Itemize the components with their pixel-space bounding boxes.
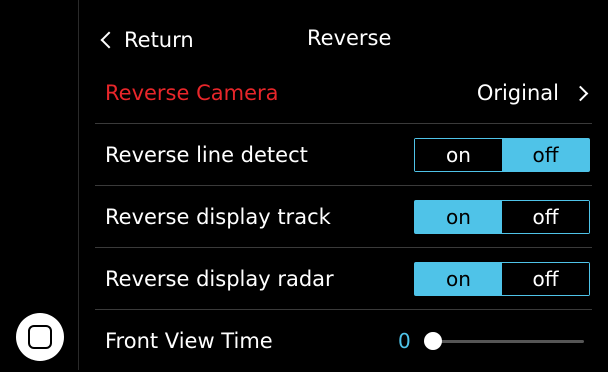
display-track-on-option[interactable]: on [415,201,502,233]
display-radar-off-option[interactable]: off [502,263,589,295]
page-title: Reverse [307,26,392,50]
sidebar [0,0,78,370]
return-label: Return [124,27,194,52]
reverse-settings-screen: Return Reverse Reverse Camera Original R… [0,0,608,370]
front-view-time-slider-track[interactable] [425,340,584,343]
chevron-right-icon [572,85,589,101]
reverse-display-radar-row: Reverse display radar on off [95,248,592,310]
reverse-display-track-row: Reverse display track on off [95,186,592,248]
line-detect-off-option[interactable]: off [502,139,589,171]
display-track-off-option[interactable]: off [502,201,589,233]
reverse-display-radar-toggle[interactable]: on off [414,262,590,296]
reverse-camera-label: Reverse Camera [105,81,279,105]
reverse-camera-row[interactable]: Reverse Camera Original [95,62,592,124]
chevron-left-icon [100,31,118,49]
reverse-line-detect-toggle[interactable]: on off [414,138,590,172]
reverse-display-track-toggle[interactable]: on off [414,200,590,234]
reverse-line-detect-row: Reverse line detect on off [95,124,592,186]
line-detect-on-option[interactable]: on [415,139,502,171]
display-radar-on-option[interactable]: on [415,263,502,295]
reverse-camera-value-link[interactable]: Original [477,81,592,105]
front-view-time-slider-thumb[interactable] [424,332,442,350]
home-icon [28,325,52,349]
front-view-time-row: Front View Time 0 [95,310,592,372]
home-button[interactable] [16,313,64,361]
reverse-camera-value: Original [476,81,559,105]
reverse-line-detect-label: Reverse line detect [105,143,308,167]
reverse-display-radar-label: Reverse display radar [105,267,334,291]
reverse-display-track-label: Reverse display track [105,205,331,229]
front-view-time-label: Front View Time [105,329,273,353]
return-button[interactable]: Return [99,24,194,56]
front-view-time-value: 0 [398,329,411,353]
